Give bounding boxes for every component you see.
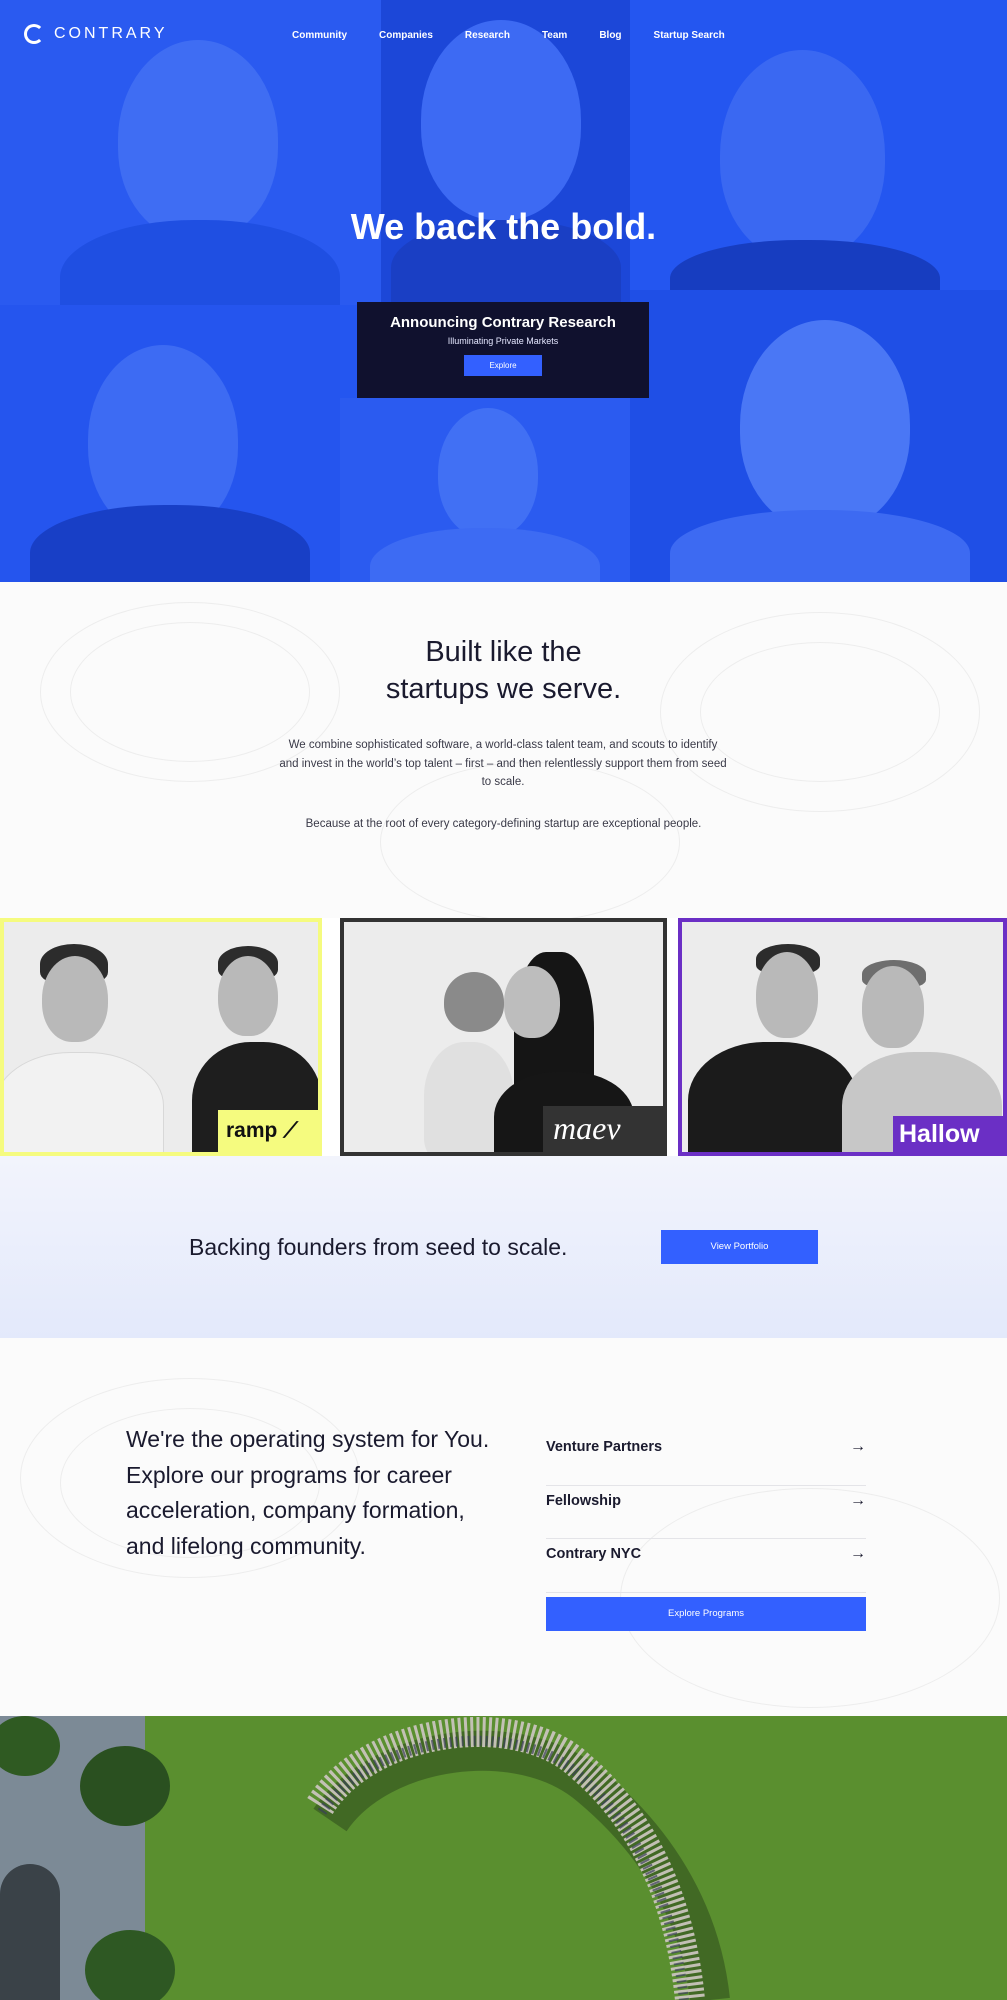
announcement-title: Announcing Contrary Research (390, 314, 616, 331)
portfolio-card-hallow[interactable]: Hallow (678, 918, 1007, 1156)
aerial-community-photo (0, 1716, 1007, 2000)
hallow-brand-tag: Hallow (893, 1116, 1003, 1152)
programs-lead-text: We're the operating system for You. Expl… (126, 1426, 490, 1559)
nav-item-community[interactable]: Community (292, 30, 347, 41)
nav-item-team[interactable]: Team (542, 30, 567, 41)
brand-name: CONTRARY (54, 25, 168, 42)
view-portfolio-button[interactable]: View Portfolio (661, 1230, 818, 1264)
hero-photo-4 (0, 305, 340, 582)
portfolio-card-ramp[interactable]: ramp ⟋ (0, 918, 322, 1156)
ramp-brand-label: ramp (226, 1119, 278, 1142)
crowd-formation (307, 1717, 730, 2000)
program-item-fellowship[interactable]: Fellowship → (546, 1486, 866, 1539)
maev-brand-tag: maev (543, 1106, 663, 1152)
programs-list: Venture Partners → Fellowship → Contrary… (546, 1432, 866, 1593)
dog-shape (444, 972, 504, 1032)
program-label: Contrary NYC (546, 1546, 642, 1563)
nav-links: Community Companies Research Team Blog S… (292, 30, 725, 41)
hero-photo-6 (630, 290, 1007, 582)
hero-photo-5 (340, 398, 630, 582)
backing-section: Backing founders from seed to scale. Vie… (0, 1156, 1007, 1338)
program-item-contrary-nyc[interactable]: Contrary NYC → (546, 1539, 866, 1593)
built-paragraph-secondary: Because at the root of every category-de… (305, 818, 702, 830)
announcement-subtitle: Illuminating Private Markets (447, 336, 559, 346)
explore-programs-button[interactable]: Explore Programs (546, 1597, 866, 1631)
arrow-right-icon: → (850, 1545, 866, 1563)
maev-brand-label: maev (553, 1110, 621, 1146)
explore-button[interactable]: Explore (464, 355, 542, 376)
portfolio-card-maev[interactable]: maev (340, 918, 667, 1156)
built-heading-line2: startups we serve. (385, 673, 622, 705)
crowd-shadow (313, 1730, 730, 2000)
crowd-arc (307, 1717, 705, 2000)
hero-title: We back the bold. (350, 206, 657, 247)
announcement-box: Announcing Contrary Research Illuminatin… (357, 302, 649, 398)
programs-section: We're the operating system for You. Expl… (0, 1338, 1007, 1716)
program-item-venture-partners[interactable]: Venture Partners → (546, 1432, 866, 1486)
nav-item-blog[interactable]: Blog (599, 30, 621, 41)
ramp-brand-tag: ramp ⟋ (218, 1110, 318, 1152)
built-heading-line1: Built like the (425, 636, 582, 668)
nav-item-companies[interactable]: Companies (379, 30, 433, 41)
built-paragraph: We combine sophisticated software, a wor… (279, 739, 727, 788)
built-section: Built like the startups we serve. We com… (0, 582, 1007, 918)
hallow-brand-label: Hallow (899, 1120, 980, 1148)
contrary-logo-icon (24, 24, 44, 44)
built-heading: Built like the startups we serve. (0, 634, 1007, 708)
nav-item-startup-search[interactable]: Startup Search (654, 30, 725, 41)
arrow-right-icon: → (850, 1438, 866, 1456)
hero-section: CONTRARY Community Companies Research Te… (0, 0, 1007, 582)
top-navigation: CONTRARY Community Companies Research Te… (0, 0, 1007, 72)
program-label: Fellowship (546, 1492, 621, 1509)
backing-text: Backing founders from seed to scale. (189, 1234, 568, 1260)
arrow-right-icon: → (850, 1491, 866, 1509)
program-label: Venture Partners (546, 1439, 663, 1456)
nav-item-research[interactable]: Research (465, 30, 510, 41)
brand-logo[interactable]: CONTRARY (24, 24, 168, 44)
